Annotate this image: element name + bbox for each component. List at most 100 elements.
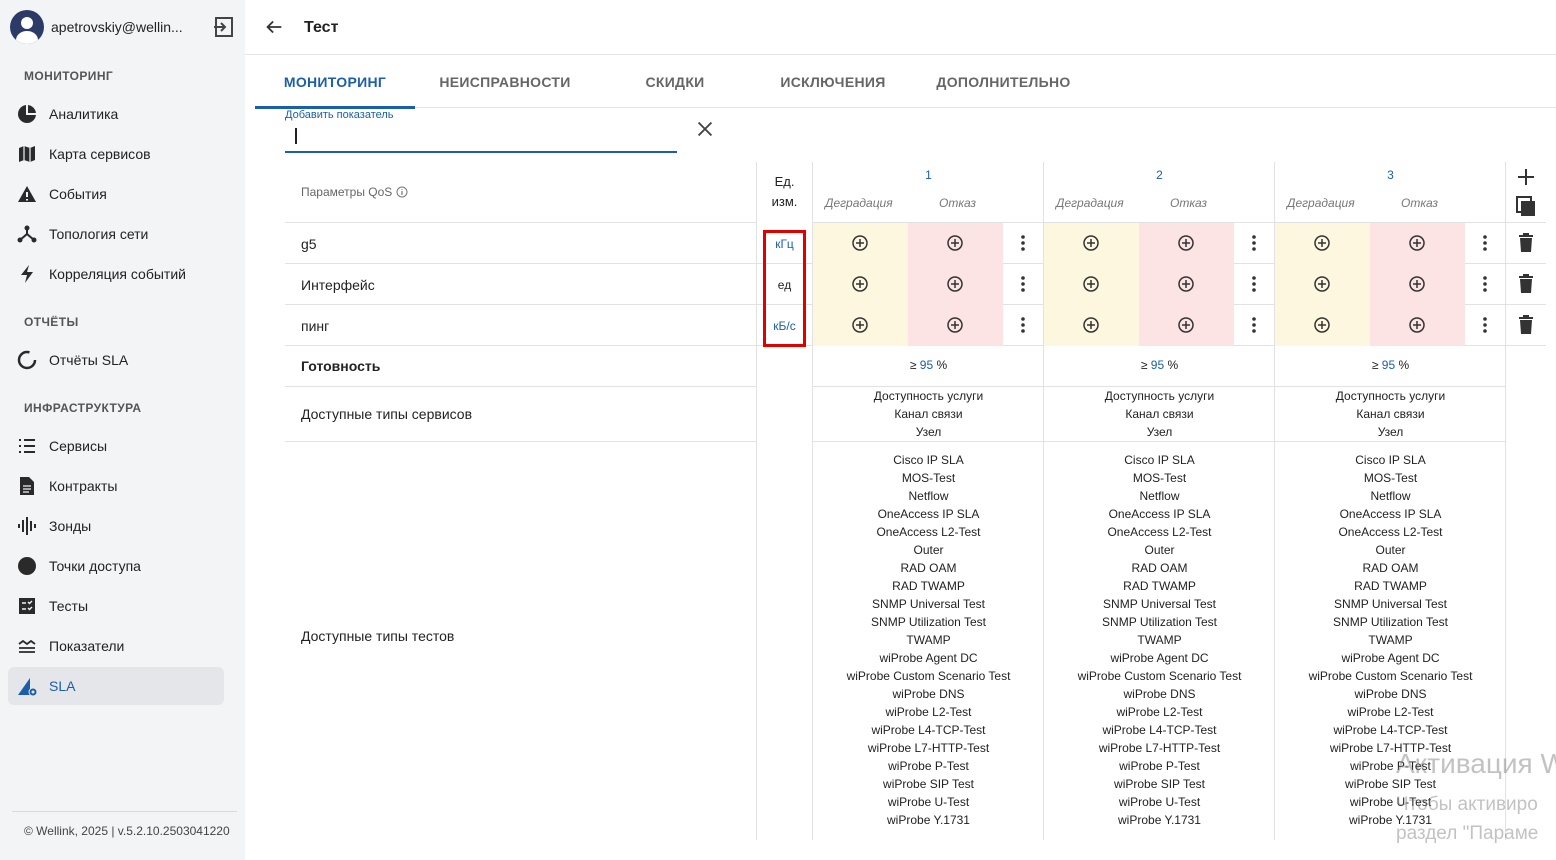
grid-line [812,441,1506,442]
text-cursor [295,128,297,144]
add-circle-icon[interactable] [946,316,964,334]
logout-icon[interactable] [212,15,236,39]
sidebar-section-reports: ОТЧЁТЫ [24,315,79,329]
grid-line [756,162,757,840]
failure-header: Отказ [1401,196,1438,210]
sidebar-item-tests[interactable]: Тесты [8,587,224,625]
back-arrow-icon[interactable] [263,16,285,38]
sidebar: apetrovskiy@wellin... МОНИТОРИНГ Аналити… [0,0,245,860]
add-circle-icon[interactable] [851,234,869,252]
add-circle-icon[interactable] [1082,234,1100,252]
add-indicator-field[interactable]: Добавить показатель [285,108,677,153]
add-circle-icon[interactable] [1313,316,1331,334]
topology-icon [16,223,38,245]
add-circle-icon[interactable] [851,316,869,334]
delete-icon[interactable] [1517,274,1535,294]
availability-value[interactable]: ≥ 95 % [1275,358,1506,372]
test-type-item: wiProbe P-Test [888,759,969,773]
service-type-item: Узел [915,425,942,439]
add-circle-icon[interactable] [1177,275,1195,293]
test-type-item: OneAccess L2-Test [1338,525,1443,539]
test-type-item: wiProbe Y.1731 [1118,813,1201,827]
version-footer: © Wellink, 2025 | v.5.2.10.2503041220 [24,824,230,838]
user-profile[interactable]: apetrovskiy@wellin... [10,9,238,45]
sidebar-item-probes[interactable]: Зонды [8,507,224,545]
add-circle-icon[interactable] [851,275,869,293]
info-icon[interactable] [396,186,408,198]
sidebar-item-service-map[interactable]: Карта сервисов [8,135,224,173]
column-number: 2 [1156,168,1163,182]
warning-icon [16,183,38,205]
add-circle-icon[interactable] [1082,275,1100,293]
test-type-item: wiProbe L7-HTTP-Test [1098,741,1221,755]
test-type-item: TWAMP [1368,633,1413,647]
add-circle-icon[interactable] [1408,234,1426,252]
grid-line [285,222,756,223]
add-column-icon[interactable] [1515,166,1537,188]
sidebar-item-label: Сервисы [49,438,108,454]
tab-discounts[interactable]: СКИДКИ [595,56,755,108]
add-circle-icon[interactable] [1313,275,1331,293]
more-vert-icon[interactable] [1016,274,1030,294]
close-icon[interactable] [694,118,716,140]
add-circle-icon[interactable] [1313,234,1331,252]
test-type-item: TWAMP [906,633,951,647]
tab-monitoring[interactable]: МОНИТОРИНГ [255,56,415,109]
delete-icon[interactable] [1517,315,1535,335]
add-circle-icon[interactable] [1408,316,1426,334]
sidebar-item-event-correlation[interactable]: Корреляция событий [8,255,224,293]
add-circle-icon[interactable] [1408,275,1426,293]
sidebar-item-indicators[interactable]: Показатели [8,627,224,665]
tab-exclusions[interactable]: ИСКЛЮЧЕНИЯ [753,56,913,108]
service-type-item: Канал связи [1356,407,1425,421]
more-vert-icon[interactable] [1016,315,1030,335]
copy-icon[interactable] [1515,195,1537,217]
test-type-item: OneAccess L2-Test [876,525,981,539]
more-vert-icon[interactable] [1478,233,1492,253]
sidebar-item-contracts[interactable]: Контракты [8,467,224,505]
more-vert-icon[interactable] [1016,233,1030,253]
availability-prefix: ≥ [1140,358,1148,372]
sidebar-item-access-points[interactable]: Точки доступа [8,547,224,585]
sidebar-item-sla-reports[interactable]: Отчёты SLA [8,341,224,379]
more-vert-icon[interactable] [1247,274,1261,294]
add-circle-icon[interactable] [1177,234,1195,252]
qos-params-header-label: Параметры QoS [301,185,393,199]
sidebar-item-network-topology[interactable]: Топология сети [8,215,224,253]
tests-icon [16,595,38,617]
add-circle-icon[interactable] [1082,316,1100,334]
availability-value[interactable]: ≥ 95 % [1044,358,1275,372]
sidebar-item-services[interactable]: Сервисы [8,427,224,465]
more-vert-icon[interactable] [1478,274,1492,294]
more-vert-icon[interactable] [1478,315,1492,335]
tab-additional[interactable]: ДОПОЛНИТЕЛЬНО [921,56,1086,108]
delete-icon[interactable] [1517,233,1535,253]
test-type-item: MOS-Test [1363,471,1418,485]
list-icon [16,435,38,457]
more-vert-icon[interactable] [1247,233,1261,253]
service-type-item: Доступность услуги [1335,389,1446,403]
tab-faults[interactable]: НЕИСПРАВНОСТИ [425,56,585,108]
test-type-item: Netflow [908,489,949,503]
test-type-item: SNMP Universal Test [1334,597,1447,611]
test-type-item: OneAccess IP SLA [877,507,980,521]
activation-watermark-text: Чтобы активиро раздел "Параме [1396,790,1538,848]
qos-param-name: пинг [301,318,330,334]
sidebar-item-label: SLA [49,678,76,694]
test-type-item: wiProbe DNS [1354,687,1427,701]
sidebar-item-events[interactable]: События [8,175,224,213]
degradation-header: Деградация [1056,196,1124,210]
sidebar-item-analytics[interactable]: Аналитика [8,95,224,133]
avatar [10,10,44,44]
add-circle-icon[interactable] [946,275,964,293]
failure-header: Отказ [1170,196,1207,210]
test-type-item: MOS-Test [901,471,956,485]
add-indicator-input[interactable] [285,126,665,148]
add-circle-icon[interactable] [946,234,964,252]
service-type-item: Узел [1146,425,1173,439]
availability-value[interactable]: ≥ 95 % [813,358,1044,372]
sidebar-item-sla[interactable]: SLA [8,667,224,705]
test-type-item: Outer [913,543,944,557]
add-circle-icon[interactable] [1177,316,1195,334]
more-vert-icon[interactable] [1247,315,1261,335]
